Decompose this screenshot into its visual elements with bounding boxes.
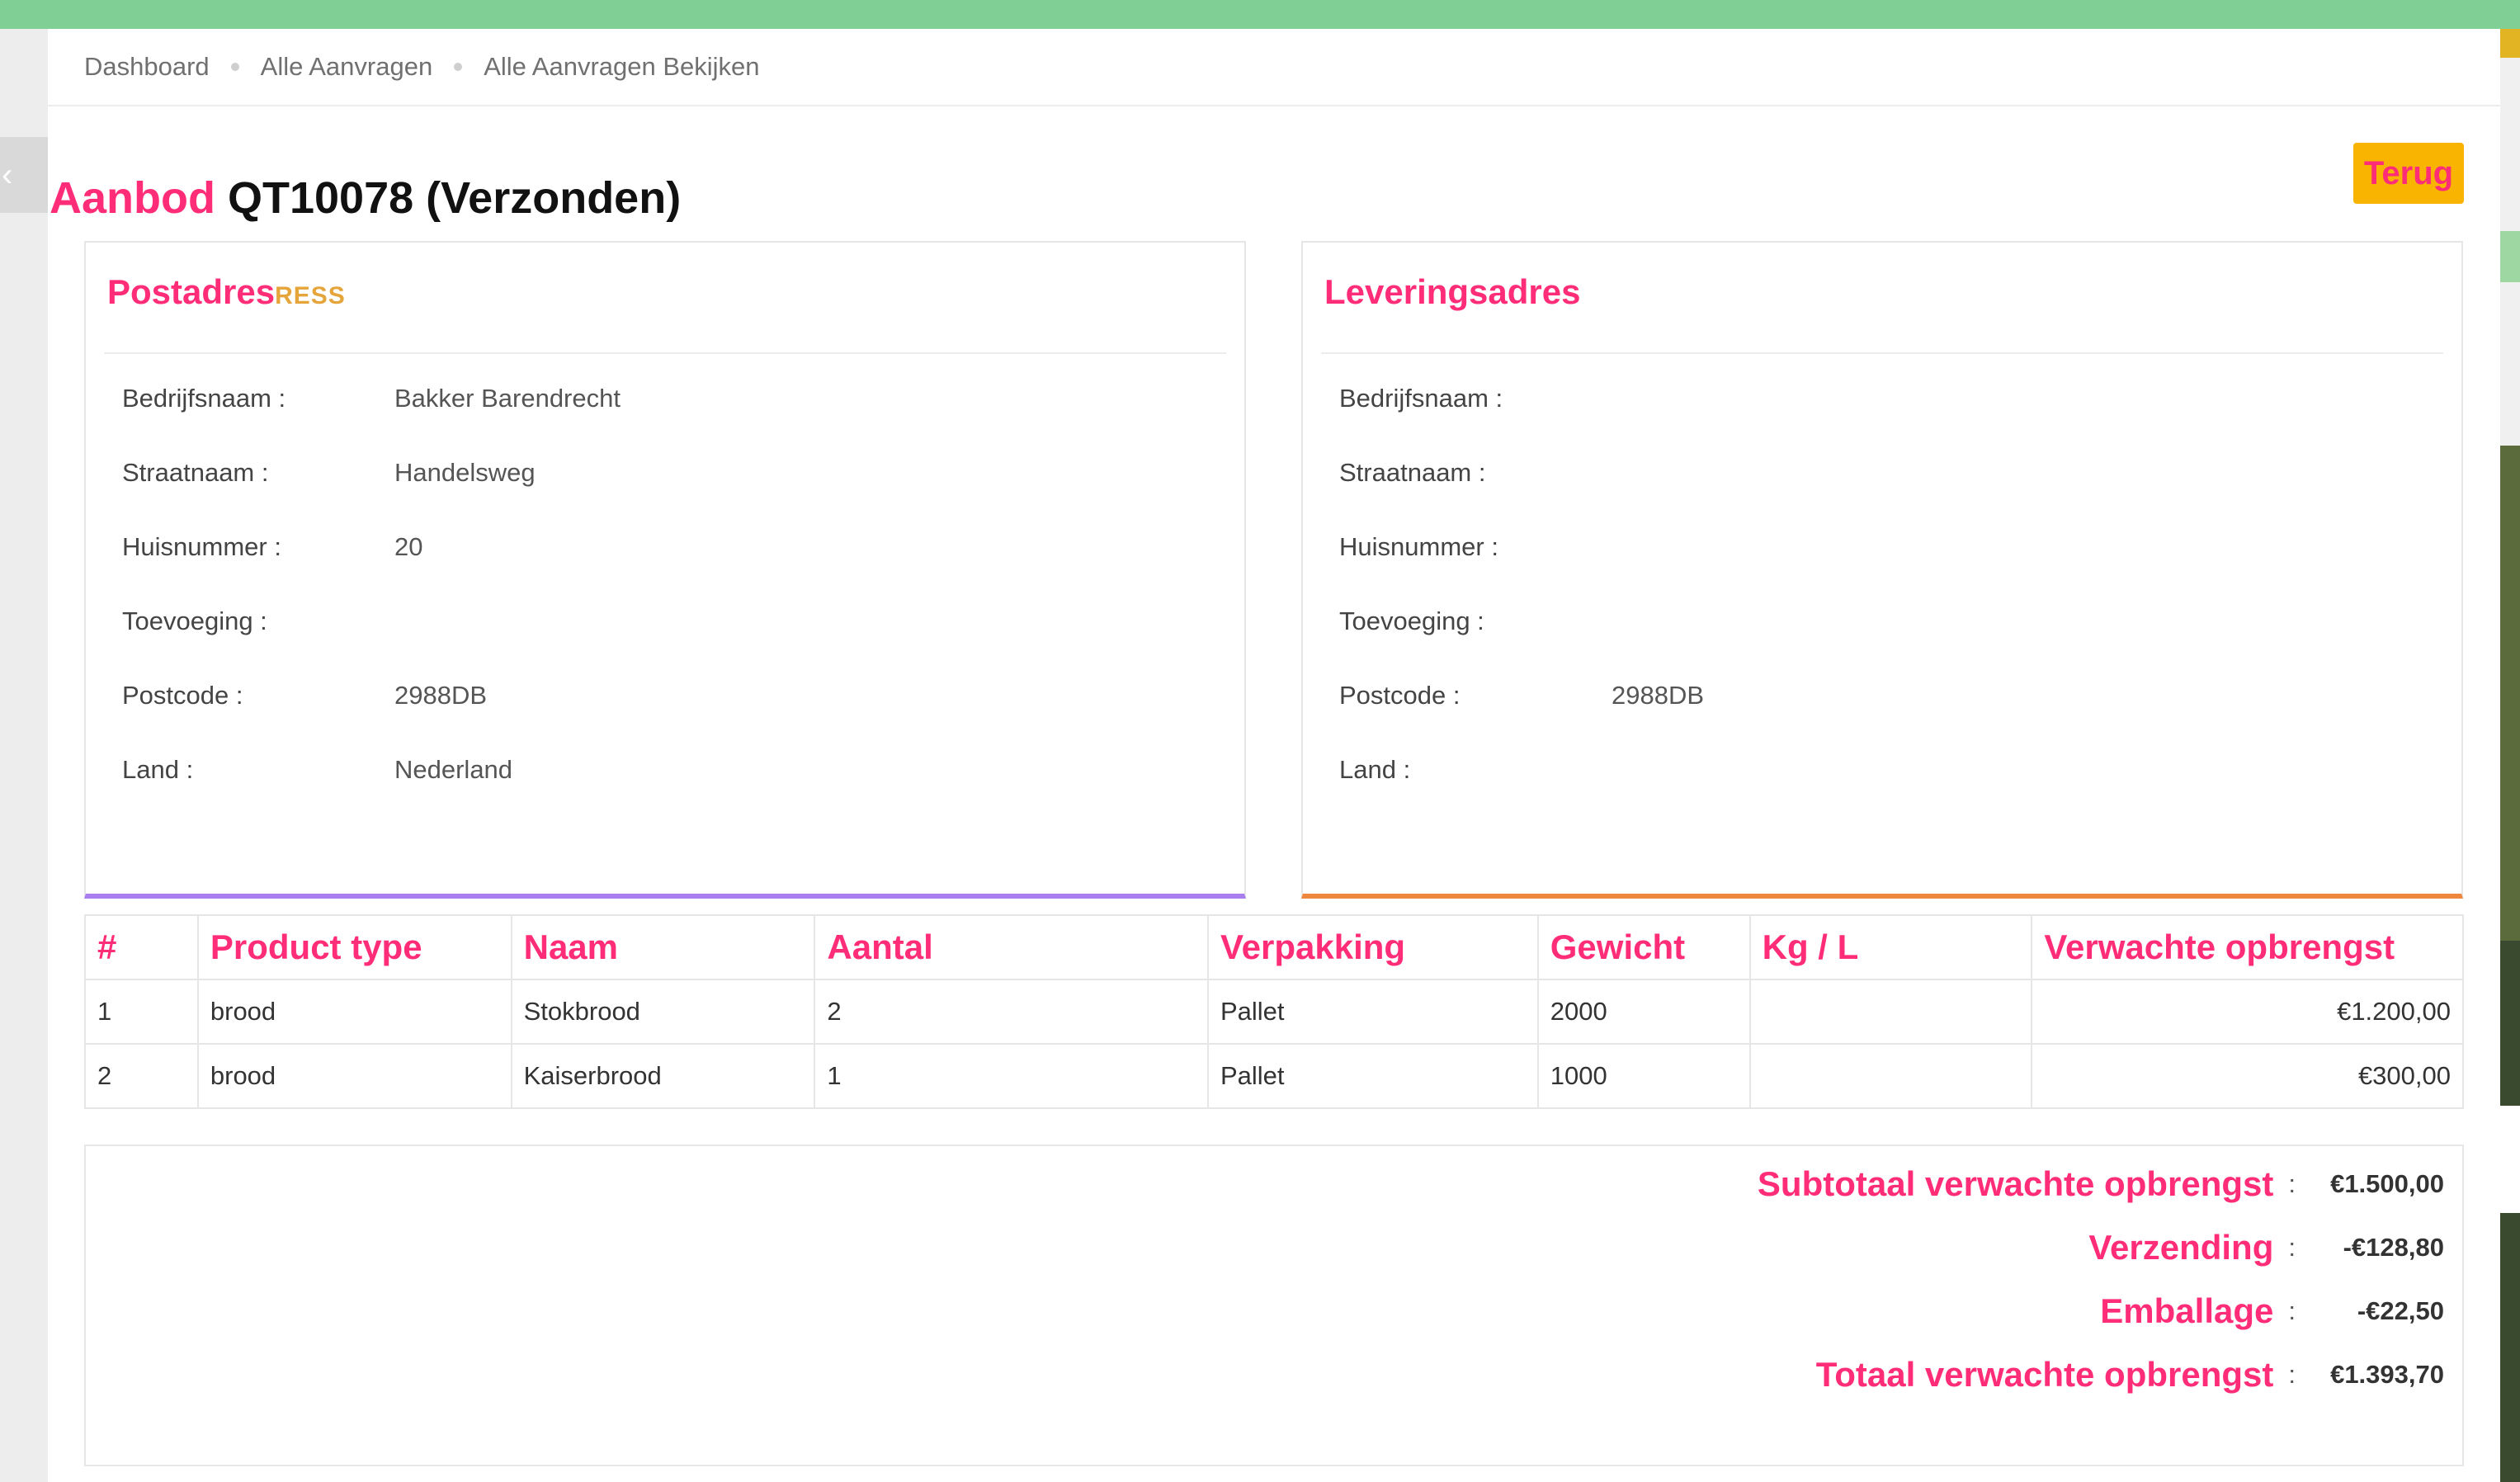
- total-value: -€128,80: [2343, 1233, 2444, 1262]
- right-edge-strip: [2500, 29, 2520, 1482]
- column-header-quantity: Aantal: [814, 914, 1209, 980]
- field-label: Bedrijfsnaam :: [1339, 384, 1503, 413]
- breadcrumb-dashboard[interactable]: Dashboard: [84, 52, 210, 82]
- total-value: -€22,50: [2357, 1296, 2444, 1325]
- page-title-text: QT10078 (Verzonden): [228, 173, 682, 223]
- postal-title-text: Postadres: [107, 272, 276, 311]
- field-label: Toevoeging :: [1339, 606, 1484, 635]
- delivery-field-company: Bedrijfsnaam :: [1339, 384, 1612, 413]
- breadcrumb-all-requests[interactable]: Alle Aanvragen: [261, 52, 433, 82]
- delivery-field-addition: Toevoeging :: [1339, 606, 1612, 636]
- delivery-address-card: Leveringsadres Bedrijfsnaam : Straatnaam…: [1301, 241, 2463, 899]
- postal-field-street: Straatnaam : Handelsweg: [122, 458, 536, 488]
- postal-field-company: Bedrijfsnaam : Bakker Barendrecht: [122, 384, 621, 413]
- delivery-address-title: Leveringsadres: [1324, 272, 1581, 311]
- field-label: Huisnummer :: [1339, 532, 1498, 561]
- cell-quantity: 1: [814, 1043, 1209, 1109]
- delivery-field-country: Land :: [1339, 755, 1612, 785]
- total-value: €1.393,70: [2330, 1360, 2444, 1389]
- cell-quantity: 2: [814, 979, 1209, 1045]
- left-rail: [0, 29, 48, 1482]
- total-colon: :: [2288, 1360, 2296, 1389]
- total-row-grand-total: Totaal verwachte opbrengst : €1.393,70: [1815, 1355, 2444, 1394]
- delivery-field-postcode: Postcode : 2988DB: [1339, 681, 1704, 710]
- postal-title-ghost: RESS: [275, 282, 346, 309]
- card-divider: [1321, 352, 2443, 354]
- cell-weight: 2000: [1536, 979, 1751, 1045]
- field-label: Land :: [122, 755, 194, 784]
- cell-product-type: brood: [196, 979, 512, 1045]
- total-label: Emballage: [2100, 1291, 2274, 1330]
- cell-kg-l: [1748, 1043, 2033, 1109]
- column-header-name: Naam: [510, 914, 816, 980]
- column-header-weight: Gewicht: [1536, 914, 1751, 980]
- postal-address-title: PostadresRESS: [107, 272, 346, 312]
- total-row-shipping: Verzending : -€128,80: [2088, 1228, 2444, 1267]
- page-title-prefix: Aanbod: [50, 173, 215, 223]
- field-label: Bedrijfsnaam :: [122, 384, 286, 413]
- cell-packaging: Pallet: [1206, 1043, 1539, 1109]
- field-label: Huisnummer :: [122, 532, 281, 561]
- sidebar-toggle[interactable]: ‹: [0, 137, 48, 213]
- total-label: Subtotaal verwachte opbrengst: [1757, 1164, 2274, 1203]
- field-label: Postcode :: [1339, 681, 1461, 710]
- cell-name: Kaiserbrood: [510, 1043, 816, 1109]
- column-header-expected-revenue: Verwachte opbrengst: [2031, 914, 2464, 980]
- postal-field-country: Land : Nederland: [122, 755, 512, 785]
- total-label: Verzending: [2088, 1228, 2274, 1267]
- field-value: 2988DB: [394, 681, 488, 710]
- field-value: 20: [394, 532, 423, 561]
- items-table: # Product type Naam Aantal Verpakking Ge…: [84, 914, 2464, 1109]
- total-colon: :: [2288, 1233, 2296, 1262]
- table-row: 2 brood Kaiserbrood 1 Pallet 1000 €300,0…: [84, 1043, 2464, 1109]
- field-value: Handelsweg: [394, 458, 536, 487]
- table-row: 1 brood Stokbrood 2 Pallet 2000 €1.200,0…: [84, 979, 2464, 1045]
- breadcrumb-separator: [454, 63, 463, 71]
- totals-panel: Subtotaal verwachte opbrengst : €1.500,0…: [84, 1145, 2464, 1466]
- cell-expected-revenue: €300,00: [2031, 1043, 2464, 1109]
- back-button[interactable]: Terug: [2353, 143, 2464, 204]
- cell-name: Stokbrood: [510, 979, 816, 1045]
- breadcrumb: Dashboard Alle Aanvragen Alle Aanvragen …: [48, 29, 2500, 106]
- page-title: Aanbod QT10078 (Verzonden): [50, 172, 681, 224]
- field-value: Nederland: [394, 755, 513, 784]
- main-content: Dashboard Alle Aanvragen Alle Aanvragen …: [48, 29, 2500, 1482]
- total-row-subtotal: Subtotaal verwachte opbrengst : €1.500,0…: [1757, 1164, 2444, 1203]
- cell-packaging: Pallet: [1206, 979, 1539, 1045]
- postal-field-postcode: Postcode : 2988DB: [122, 681, 487, 710]
- field-value: Bakker Barendrecht: [394, 384, 621, 413]
- column-header-packaging: Verpakking: [1206, 914, 1539, 980]
- top-bar: [0, 0, 2520, 29]
- delivery-field-housenumber: Huisnummer :: [1339, 532, 1612, 562]
- cell-number: 1: [84, 979, 199, 1045]
- delivery-field-street: Straatnaam :: [1339, 458, 1612, 488]
- total-colon: :: [2288, 1296, 2296, 1325]
- field-label: Straatnaam :: [122, 458, 269, 487]
- total-label: Totaal verwachte opbrengst: [1815, 1355, 2274, 1394]
- column-header-kg-l: Kg / L: [1748, 914, 2033, 980]
- table-header-row: # Product type Naam Aantal Verpakking Ge…: [84, 914, 2464, 980]
- postal-field-housenumber: Huisnummer : 20: [122, 532, 422, 562]
- postal-field-addition: Toevoeging :: [122, 606, 394, 636]
- cell-kg-l: [1748, 979, 2033, 1045]
- card-divider: [104, 352, 1226, 354]
- chevron-left-icon: ‹: [2, 156, 13, 193]
- cell-weight: 1000: [1536, 1043, 1751, 1109]
- cell-number: 2: [84, 1043, 199, 1109]
- column-header-product-type: Product type: [196, 914, 512, 980]
- breadcrumb-separator: [230, 63, 239, 71]
- total-colon: :: [2288, 1169, 2296, 1198]
- breadcrumb-current: Alle Aanvragen Bekijken: [484, 52, 760, 81]
- field-label: Straatnaam :: [1339, 458, 1486, 487]
- cell-expected-revenue: €1.200,00: [2031, 979, 2464, 1045]
- postal-address-card: PostadresRESS Bedrijfsnaam : Bakker Baren…: [84, 241, 1246, 899]
- field-label: Toevoeging :: [122, 606, 267, 635]
- cell-product-type: brood: [196, 1043, 512, 1109]
- field-label: Postcode :: [122, 681, 243, 710]
- field-value: 2988DB: [1612, 681, 1705, 710]
- total-value: €1.500,00: [2330, 1169, 2444, 1198]
- field-label: Land :: [1339, 755, 1411, 784]
- total-row-packaging: Emballage : -€22,50: [2100, 1291, 2444, 1330]
- column-header-number: #: [84, 914, 199, 980]
